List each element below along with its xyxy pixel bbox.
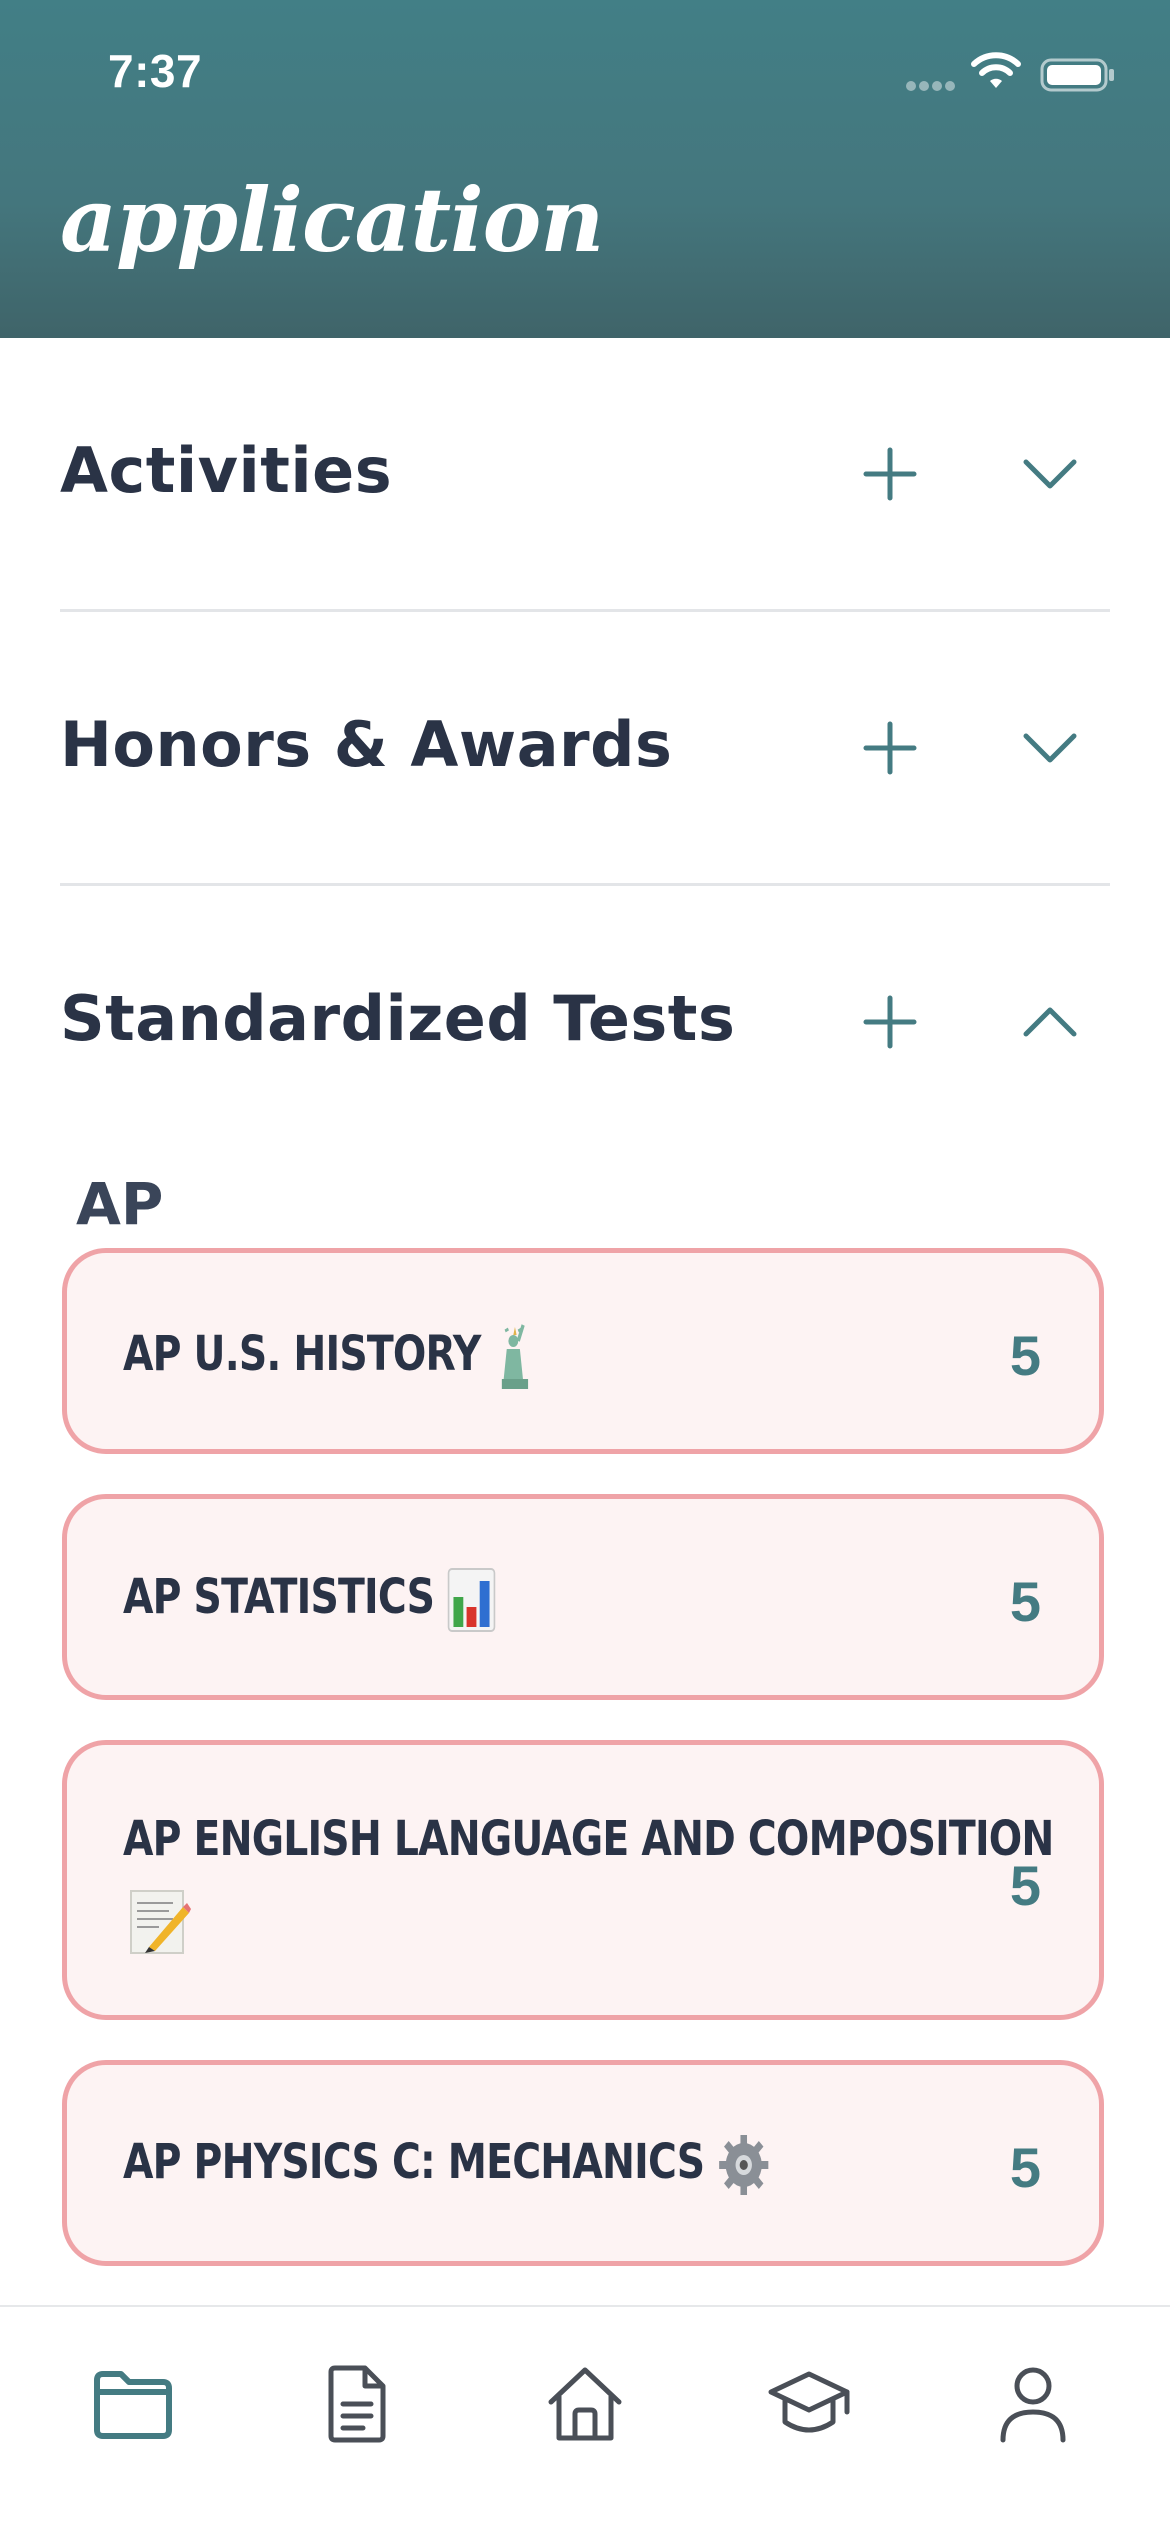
section-title: Honors & Awards bbox=[60, 708, 673, 781]
add-activity-button[interactable] bbox=[850, 434, 930, 514]
gear-icon bbox=[718, 2135, 769, 2195]
memo-icon bbox=[130, 1890, 191, 1954]
test-name: AP U.S. HISTORY bbox=[123, 1321, 536, 1393]
chevron-up-icon bbox=[1023, 1007, 1077, 1037]
test-score: 5 bbox=[1009, 2136, 1041, 2199]
bar-chart-icon bbox=[447, 1568, 496, 1632]
document-icon bbox=[328, 2365, 386, 2443]
profile-icon bbox=[1000, 2367, 1066, 2443]
expand-activities-button[interactable] bbox=[1010, 434, 1090, 514]
plus-icon bbox=[863, 995, 917, 1049]
wifi-icon bbox=[971, 52, 1021, 88]
chevron-down-icon bbox=[1023, 459, 1077, 489]
section-activities: Activities bbox=[0, 338, 1170, 612]
nav-documents[interactable] bbox=[302, 2349, 412, 2459]
cellular-signal-icon bbox=[906, 81, 955, 91]
nav-home[interactable] bbox=[530, 2349, 640, 2459]
test-card-statistics[interactable]: AP STATISTICS 5 bbox=[62, 1494, 1104, 1700]
collapse-tests-button[interactable] bbox=[1010, 982, 1090, 1062]
section-standardized-tests: Standardized Tests bbox=[0, 886, 1170, 1160]
section-honors-awards: Honors & Awards bbox=[0, 612, 1170, 886]
test-score: 5 bbox=[1009, 1570, 1041, 1633]
test-card-physics-c-mechanics[interactable]: AP PHYSICS C: MECHANICS 5 bbox=[62, 2060, 1104, 2266]
test-card-english-language[interactable]: AP ENGLISH LANGUAGE AND COMPOSITION 5 bbox=[62, 1740, 1104, 2020]
plus-icon bbox=[863, 447, 917, 501]
app-header: 7:37 application bbox=[0, 0, 1170, 338]
app-title: application bbox=[60, 168, 604, 272]
status-time: 7:37 bbox=[108, 45, 203, 97]
test-card-us-history[interactable]: AP U.S. HISTORY 5 bbox=[62, 1248, 1104, 1454]
nav-education[interactable] bbox=[754, 2349, 864, 2459]
chevron-down-icon bbox=[1023, 733, 1077, 763]
nav-profile[interactable] bbox=[978, 2349, 1088, 2459]
add-honor-button[interactable] bbox=[850, 708, 930, 788]
test-score: 5 bbox=[1009, 1324, 1041, 1387]
add-test-button[interactable] bbox=[850, 982, 930, 1062]
section-title: Standardized Tests bbox=[60, 982, 736, 1055]
graduation-cap-icon bbox=[768, 2371, 850, 2433]
status-bar: 7:37 bbox=[0, 0, 1170, 150]
home-icon bbox=[548, 2367, 622, 2441]
section-title: Activities bbox=[60, 434, 393, 507]
folder-icon bbox=[94, 2371, 172, 2439]
statue-of-liberty-icon bbox=[501, 1324, 528, 1389]
nav-folder[interactable] bbox=[78, 2349, 188, 2459]
test-group-label: AP bbox=[76, 1170, 164, 1238]
test-name: AP PHYSICS C: MECHANICS bbox=[123, 2133, 770, 2197]
plus-icon bbox=[863, 721, 917, 775]
battery-icon bbox=[1040, 58, 1114, 92]
expand-honors-button[interactable] bbox=[1010, 708, 1090, 788]
test-name: AP STATISTICS bbox=[123, 1567, 496, 1633]
test-score: 5 bbox=[1009, 1854, 1041, 1917]
bottom-navigation bbox=[0, 2305, 1170, 2534]
test-name: AP ENGLISH LANGUAGE AND COMPOSITION bbox=[123, 1811, 1054, 1867]
